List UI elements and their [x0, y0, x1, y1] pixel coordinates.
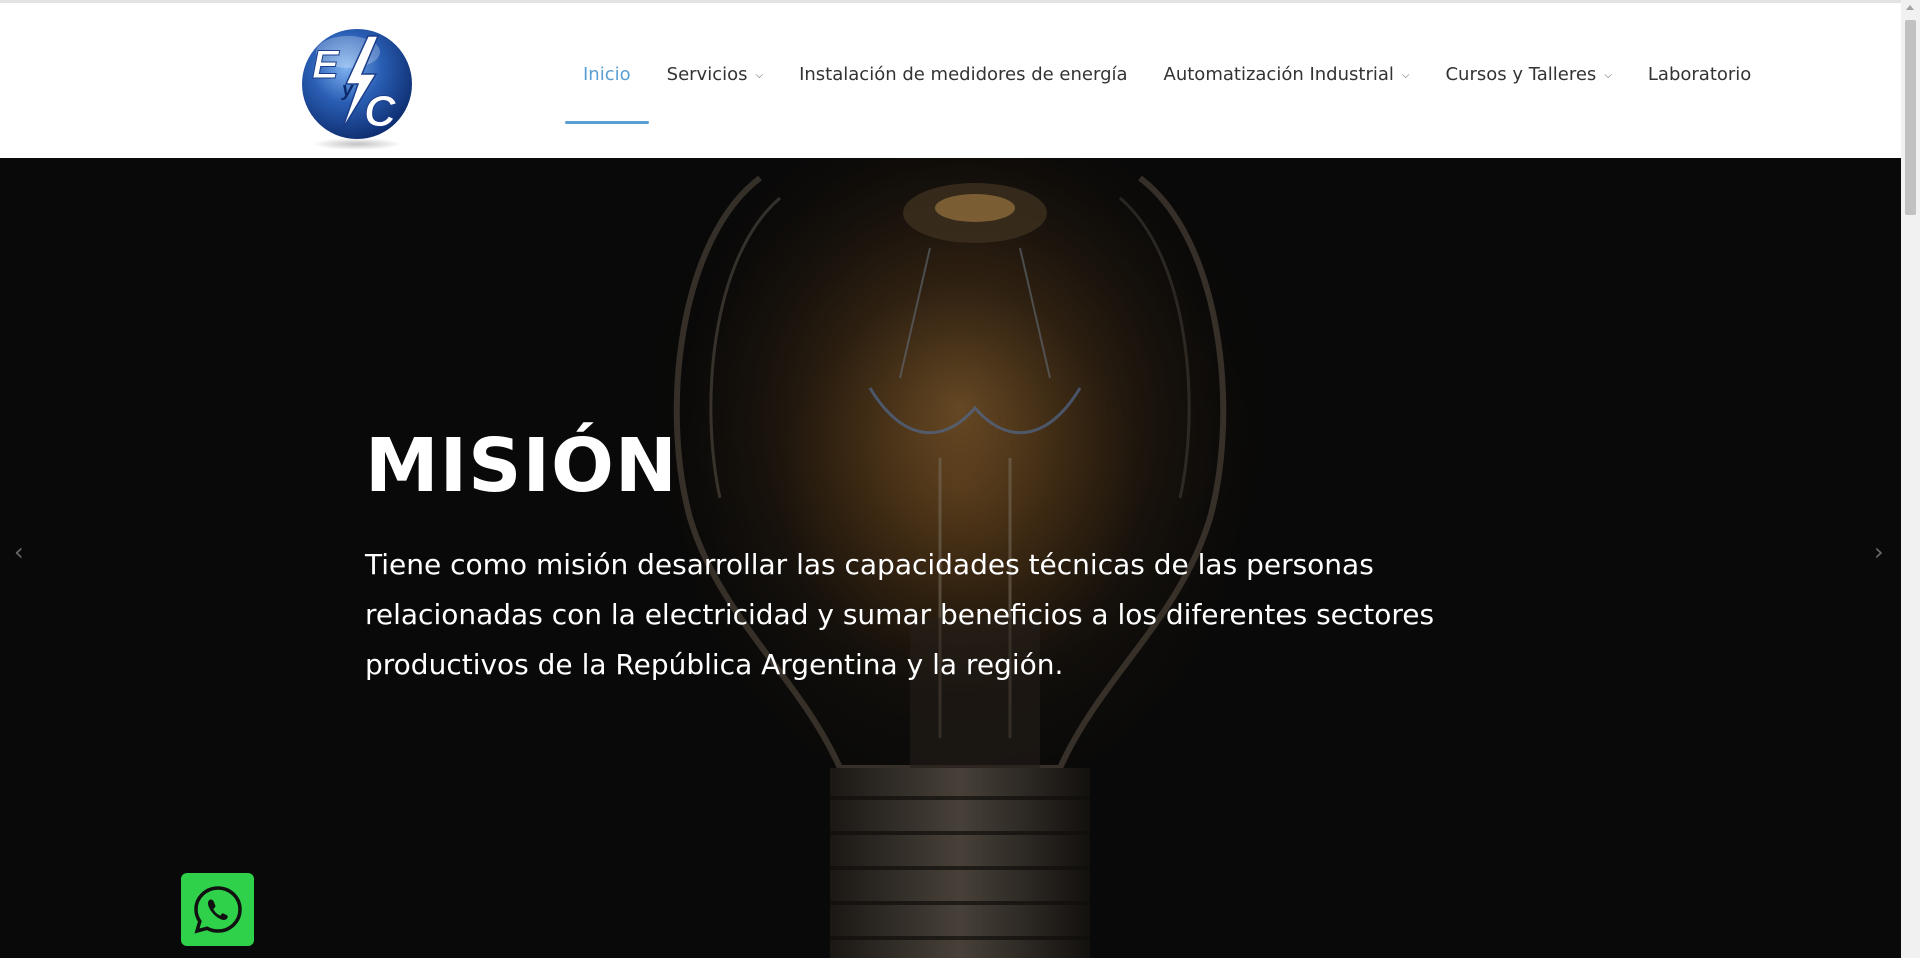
site-logo[interactable]: E C y [298, 22, 416, 152]
chevron-down-icon: ⌵ [755, 70, 764, 81]
chevron-right-icon: › [1874, 538, 1884, 566]
page-scrollbar[interactable] [1901, 0, 1920, 958]
whatsapp-button[interactable] [181, 873, 254, 946]
nav-item-automatizacion[interactable]: Automatización Industrial ⌵ [1146, 0, 1428, 152]
nav-item-label: Instalación de medidores de energía [799, 64, 1128, 85]
svg-text:C: C [364, 87, 397, 136]
svg-text:E: E [312, 43, 340, 87]
scrollbar-thumb[interactable] [1905, 20, 1916, 215]
nav-item-inicio[interactable]: Inicio [565, 0, 649, 152]
nav-item-label: Automatización Industrial [1163, 64, 1394, 85]
nav-item-servicios[interactable]: Servicios ⌵ [649, 0, 781, 152]
hero-slider: ‹ › MISIÓN Tiene como misión desarrollar… [0, 158, 1901, 958]
nav-item-label: Cursos y Talleres [1445, 64, 1597, 85]
nav-item-label: Laboratorio [1647, 64, 1752, 85]
slider-next-arrow[interactable]: › [1874, 538, 1884, 566]
hero-text: Tiene como misión desarrollar las capaci… [365, 548, 1435, 681]
main-nav: Inicio Servicios ⌵ Instalación de medido… [565, 3, 1769, 158]
nav-item-instalacion-medidores[interactable]: Instalación de medidores de energía [781, 0, 1145, 152]
nav-item-label: Inicio [583, 64, 631, 85]
nav-item-cursos[interactable]: Cursos y Talleres ⌵ [1427, 0, 1629, 152]
site-header: E C y Inicio Servicios ⌵ Instalación de … [0, 3, 1901, 158]
chevron-down-icon: ⌵ [1604, 70, 1612, 81]
nav-item-label: Servicios [666, 64, 748, 85]
hero-title: MISIÓN [365, 423, 678, 509]
chevron-down-icon: ⌵ [1401, 70, 1410, 81]
chevron-left-icon: ‹ [14, 538, 24, 566]
nav-item-laboratorio[interactable]: Laboratorio [1630, 0, 1769, 152]
scroll-up-arrow-icon[interactable] [1906, 5, 1914, 10]
whatsapp-icon [193, 885, 242, 933]
slider-prev-arrow[interactable]: ‹ [14, 538, 24, 566]
